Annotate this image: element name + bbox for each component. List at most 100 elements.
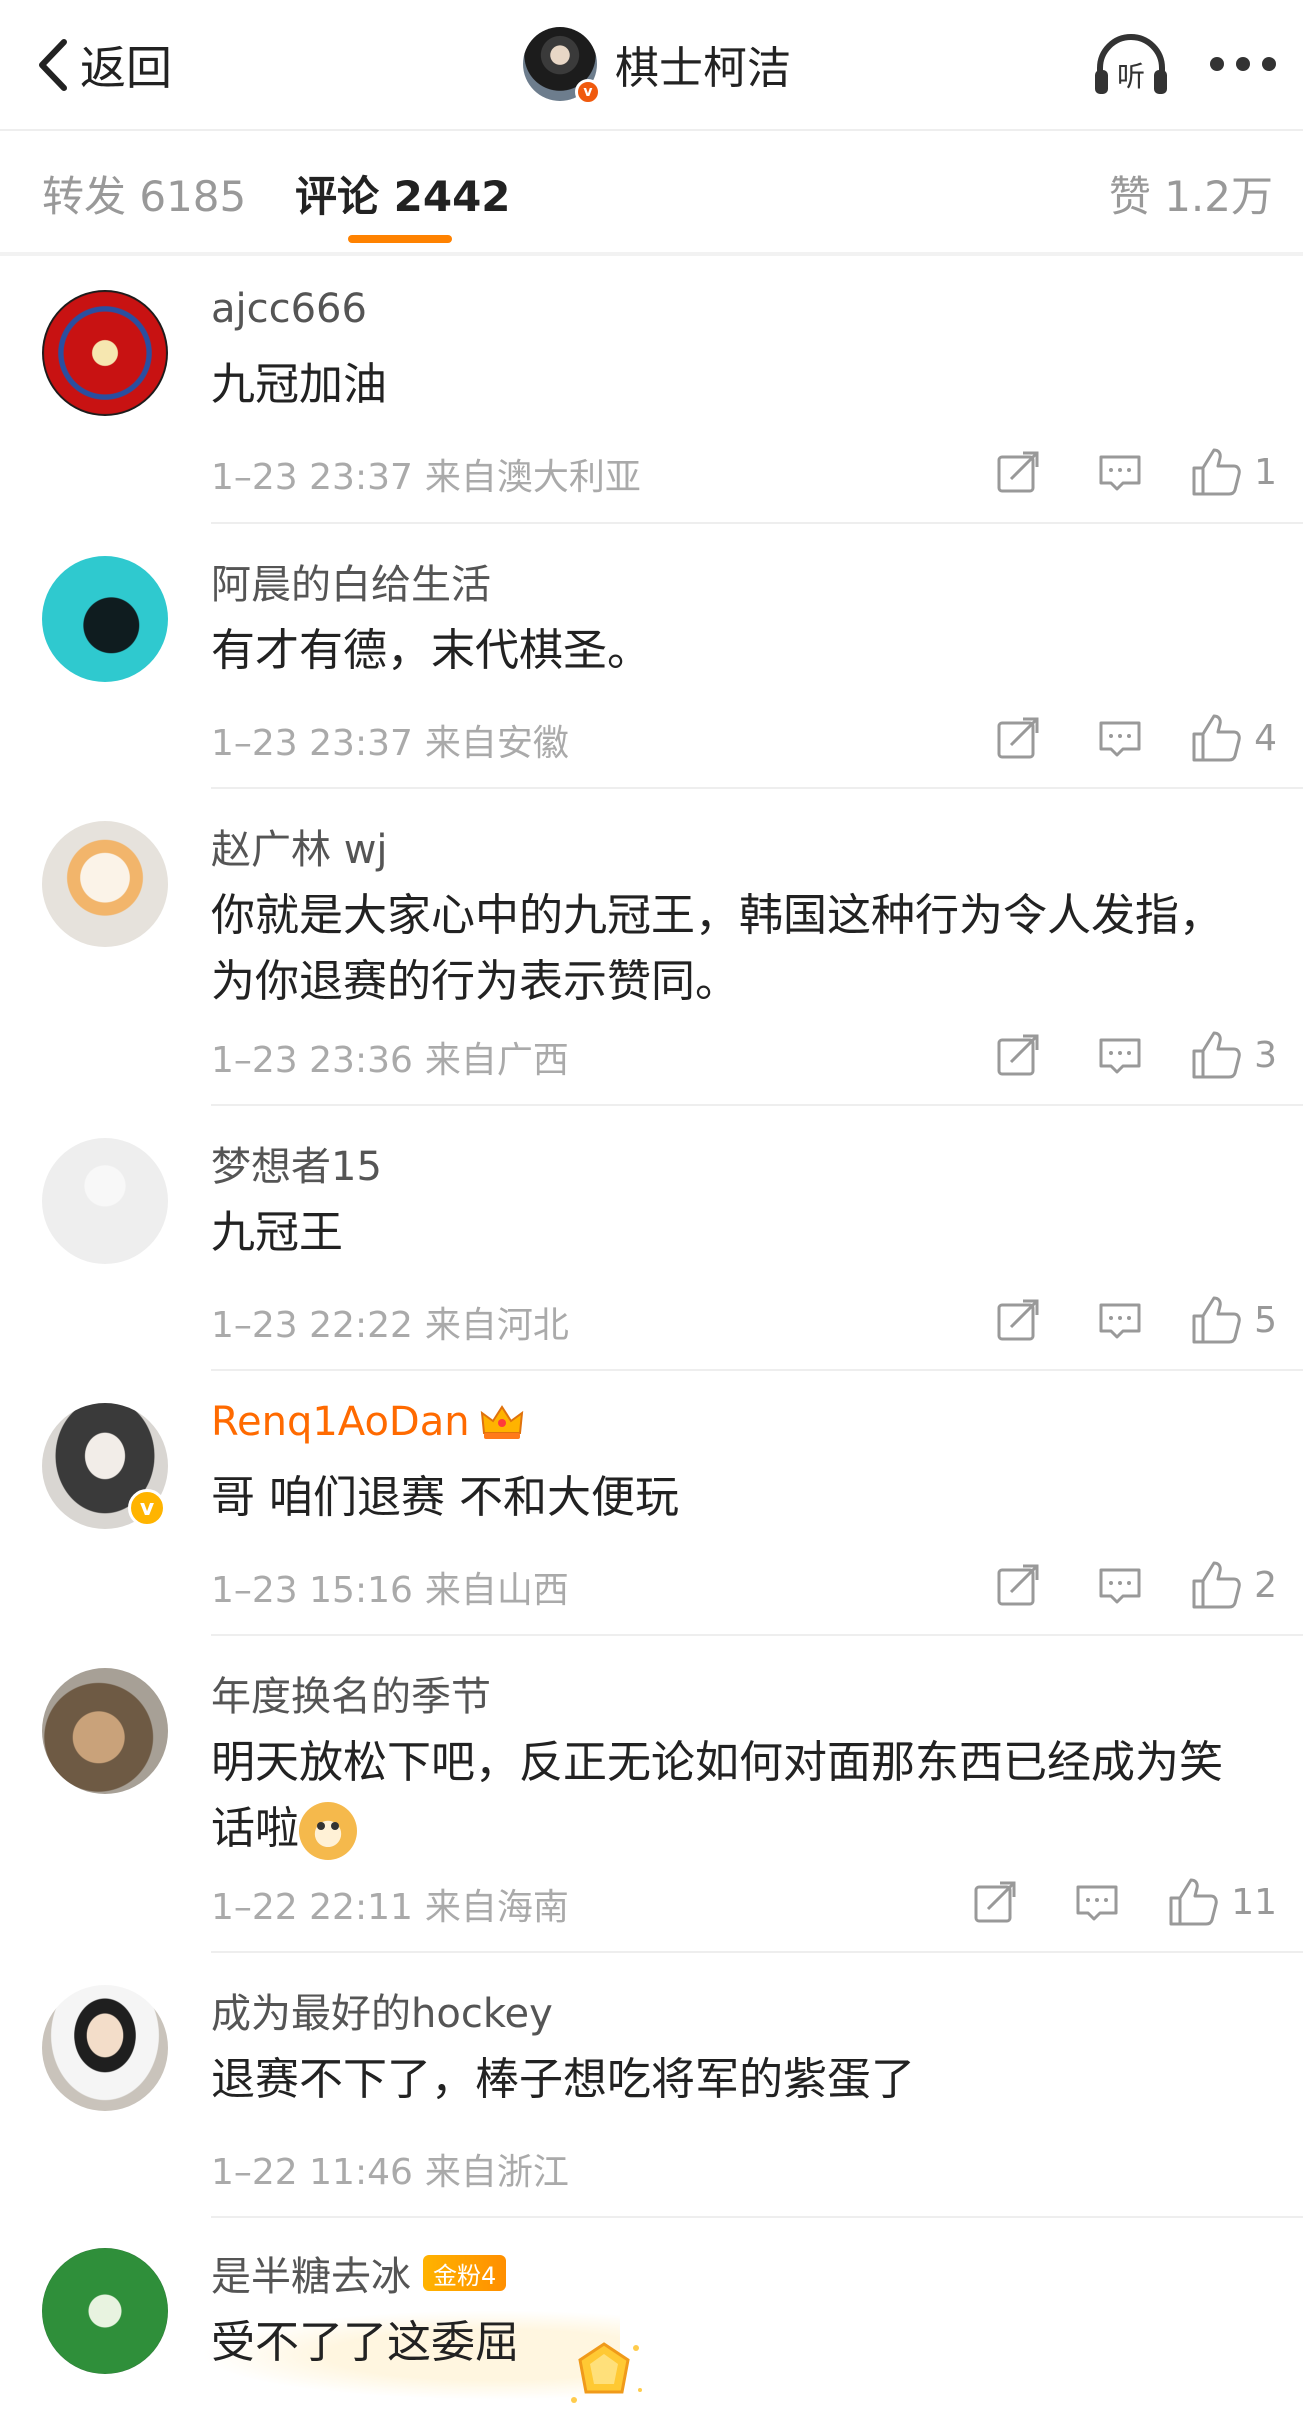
comment-text: 九冠加油	[211, 359, 387, 410]
comment-region: 来自山西	[424, 1570, 569, 1611]
top-nav-bar: 返回 v 棋士柯洁 听	[0, 0, 1303, 130]
comment-username[interactable]: 阿晨的白给生活	[211, 552, 491, 610]
share-button[interactable]	[990, 1557, 1046, 1613]
comment-meta: 1–23 23:37 来自安徽	[211, 714, 569, 766]
like-button[interactable]: 3	[1190, 1029, 1277, 1081]
share-button[interactable]	[990, 1292, 1046, 1348]
comment-username[interactable]: Renq1AoDan	[211, 1399, 524, 1445]
like-button[interactable]: 5	[1190, 1294, 1277, 1346]
more-options-button[interactable]	[1210, 52, 1276, 76]
thumbs-up-icon	[1192, 1296, 1241, 1344]
comment-actions: 1	[944, 442, 1277, 502]
verified-badge-icon: v	[575, 79, 601, 105]
like-count: 11	[1231, 1881, 1277, 1923]
avatar[interactable]	[42, 821, 168, 947]
reply-button[interactable]	[1092, 1557, 1148, 1613]
comment-icon	[1099, 721, 1141, 757]
comment-text: 明天放松下吧，反正无论如何对面那东西已经成为笑话啦	[211, 1730, 1251, 1862]
comment-region: 来自广西	[424, 1040, 569, 1081]
like-button[interactable]: 11	[1167, 1876, 1277, 1928]
comment-icon	[1099, 455, 1141, 491]
avatar[interactable]	[42, 1138, 168, 1264]
back-label: 返回	[80, 41, 172, 95]
dot-icon	[1210, 57, 1224, 71]
comment-item: 阿晨的白给生活 有才有德，末代棋圣。 1–23 23:37 来自安徽 4	[0, 524, 1303, 789]
share-button[interactable]	[990, 710, 1046, 766]
doge-emoji-icon	[299, 1802, 357, 1860]
comment-meta: 1–22 11:46 来自浙江	[211, 2143, 569, 2195]
like-button[interactable]: 1	[1190, 446, 1277, 498]
page-title: 棋士柯洁	[615, 43, 791, 94]
comment-icon	[1099, 1303, 1141, 1339]
comment-time: 1–23 23:37	[211, 723, 413, 764]
username-text: Renq1AoDan	[211, 1399, 470, 1445]
badge-label: 金粉4	[433, 2261, 497, 2290]
comment-username[interactable]: 年度换名的季节	[211, 1664, 491, 1722]
comment-region: 来自浙江	[424, 2152, 569, 2193]
thumbs-up-icon	[1192, 1031, 1241, 1079]
reply-button[interactable]	[1069, 1874, 1125, 1930]
avatar[interactable]: v	[42, 1403, 168, 1529]
username-text: 是半糖去冰	[211, 2254, 411, 2300]
comment-username[interactable]: ajcc666	[211, 286, 367, 332]
active-tab-indicator	[348, 235, 452, 243]
comment-username[interactable]: 赵广林 wj	[211, 817, 388, 875]
comment-username[interactable]: 梦想者15	[211, 1134, 382, 1192]
comment-actions: 4	[944, 708, 1277, 768]
avatar[interactable]: v	[523, 27, 601, 105]
thumbs-up-icon	[1192, 448, 1241, 496]
back-button[interactable]: 返回	[34, 34, 172, 96]
comment-time: 1–23 23:36	[211, 1040, 413, 1081]
comment-item: 赵广林 wj 你就是大家心中的九冠王，韩国这种行为令人发指，为你退赛的行为表示赞…	[0, 789, 1303, 1106]
verified-badge-icon: v	[128, 1489, 166, 1527]
gold-gem-icon	[571, 2342, 642, 2403]
like-button[interactable]: 2	[1190, 1559, 1277, 1611]
like-button[interactable]: 4	[1190, 712, 1277, 764]
comment-item: 年度换名的季节 明天放松下吧，反正无论如何对面那东西已经成为笑话啦 1–22 2…	[0, 1636, 1303, 1953]
avatar[interactable]	[42, 1668, 168, 1794]
dot-icon	[1236, 57, 1250, 71]
fan-level-badge: 金粉4	[423, 2255, 507, 2291]
comment-actions: 2	[944, 1555, 1277, 1615]
comment-icon	[1099, 1038, 1141, 1074]
avatar[interactable]	[42, 290, 168, 416]
comment-username[interactable]: 是半糖去冰 金粉4	[211, 2244, 507, 2302]
share-button[interactable]	[990, 1027, 1046, 1083]
reply-button[interactable]	[1092, 1027, 1148, 1083]
tab-repost[interactable]: 转发 6185	[42, 163, 246, 224]
comment-meta: 1–23 23:36 来自广西	[211, 1031, 569, 1083]
comment-text: 退赛不下了，棒子想吃将军的紫蛋了	[211, 2054, 915, 2105]
share-button[interactable]	[990, 444, 1046, 500]
crown-icon	[480, 1405, 523, 1439]
comment-meta: 1–22 22:11 来自海南	[211, 1878, 569, 1930]
comment-icon	[1076, 1885, 1118, 1921]
avatar[interactable]	[42, 1985, 168, 2111]
reply-button[interactable]	[1092, 710, 1148, 766]
comment-time: 1–22 11:46	[211, 2152, 413, 2193]
comment-time: 1–23 15:16	[211, 1570, 413, 1611]
reply-button[interactable]	[1092, 444, 1148, 500]
like-count: 2	[1254, 1564, 1277, 1606]
like-count: 5	[1254, 1299, 1277, 1341]
tab-comment[interactable]: 评论 2442	[295, 163, 511, 224]
comment-username[interactable]: 成为最好的hockey	[211, 1981, 553, 2039]
share-button[interactable]	[967, 1874, 1023, 1930]
avatar[interactable]	[42, 2248, 168, 2374]
comment-text: 九冠王	[211, 1207, 343, 1258]
comment-time: 1–23 23:37	[211, 457, 413, 498]
comment-item: 成为最好的hockey 退赛不下了，棒子想吃将军的紫蛋了 1–22 11:46 来…	[0, 1953, 1303, 2218]
share-icon	[997, 1564, 1039, 1606]
reply-button[interactable]	[1092, 1292, 1148, 1348]
comment-time: 1–23 22:22	[211, 1305, 413, 1346]
comment-actions: 5	[944, 1290, 1277, 1350]
avatar[interactable]	[42, 556, 168, 682]
comment-actions: 11	[921, 1872, 1277, 1932]
tab-bar: 转发 6185 评论 2442 赞 1.2万	[0, 131, 1303, 253]
listen-button[interactable]: 听	[1092, 34, 1170, 96]
tab-like[interactable]: 赞 1.2万	[1109, 163, 1273, 224]
profile-title[interactable]: v 棋士柯洁	[523, 26, 791, 105]
comment-meta: 1–23 23:37 来自澳大利亚	[211, 448, 641, 500]
dot-icon	[1262, 57, 1276, 71]
share-icon	[997, 717, 1039, 759]
comment-item: v Renq1AoDan 哥 咱们退赛 不和大便玩 1–23 15:16 来自山西…	[0, 1371, 1303, 1636]
